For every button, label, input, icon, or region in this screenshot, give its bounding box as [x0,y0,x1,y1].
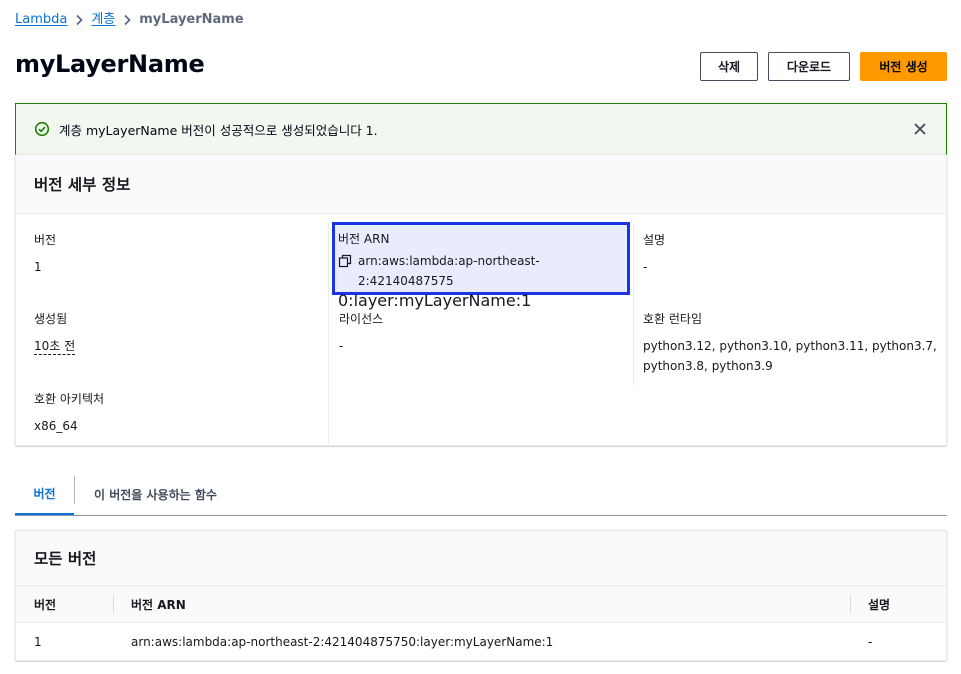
field-label: 호환 아키텍처 [34,392,105,406]
field-version-arn: 버전 ARN arn:aws:lambda:ap-northeast-2:421… [332,222,630,310]
cell-description: - [868,635,873,649]
cell-version: 1 [34,635,42,649]
tab-versions[interactable]: 버전 [15,474,74,515]
version-details-title: 버전 세부 정보 [16,155,946,214]
table-row: 1 arn:aws:lambda:ap-northeast-2:42140487… [16,623,946,661]
tab-divider [74,476,75,504]
column-divider [113,595,114,613]
field-value-cont: python3.8, python3.9 [643,359,773,373]
delete-button[interactable]: 삭제 [700,52,758,81]
field-value: - [643,260,648,274]
column-divider [633,222,634,386]
all-versions-panel: 모든 버전 버전 버전 ARN 설명 1 arn:aws:lambda:ap-n… [15,530,947,661]
field-value: python3.12, python3.10, python3.11, pyth… [643,339,937,353]
tabs: 버전 이 버전을 사용하는 함수 [15,474,947,516]
breadcrumb: Lambda 계층 myLayerName [15,11,244,29]
chevron-right-icon [67,14,91,26]
field-value: 1 [34,260,42,274]
field-value: - [339,339,344,353]
field-license: 라이선스 - [339,310,383,356]
success-flash: 계층 myLayerName 버전이 성공적으로 생성되었습니다 1. [15,103,947,155]
column-header-description[interactable]: 설명 [868,586,890,623]
flash-message: 계층 myLayerName 버전이 성공적으로 생성되었습니다 1. [59,122,378,138]
field-value: arn:aws:lambda:ap-northeast-2:4214048757… [358,254,540,288]
details-grid: 버전 1 버전 ARN arn:aws:lambda:ap-northeast-… [16,214,946,446]
column-divider [850,595,851,613]
field-label: 버전 ARN [338,232,390,246]
chevron-right-icon [115,14,139,26]
field-value: x86_64 [34,419,78,433]
close-icon[interactable] [912,121,928,137]
column-divider [328,222,329,446]
header-actions: 삭제 다운로드 버전 생성 [700,52,947,81]
field-label: 라이선스 [339,312,384,326]
field-description: 설명 - [643,231,665,277]
all-versions-title: 모든 버전 [16,531,946,586]
page-title: myLayerName [15,50,205,78]
breadcrumb-layers[interactable]: 계층 [91,11,115,29]
cell-arn: arn:aws:lambda:ap-northeast-2:4214048757… [131,635,554,649]
table-header: 버전 버전 ARN 설명 [16,586,946,623]
column-header-arn[interactable]: 버전 ARN [131,586,186,623]
download-button[interactable]: 다운로드 [768,52,850,81]
field-value-cont: 0:layer:myLayerName:1 [338,291,532,310]
field-architectures: 호환 아키텍처 x86_64 [34,390,104,436]
create-version-button[interactable]: 버전 생성 [860,52,947,81]
created-time[interactable]: 10초 전 [34,339,76,355]
check-circle-icon [34,121,50,137]
breadcrumb-current: myLayerName [139,12,244,27]
field-label: 버전 [34,233,57,247]
version-details-panel: 버전 세부 정보 버전 1 버전 ARN arn:aws:lambda:ap-n… [15,154,947,446]
field-label: 호환 런타임 [643,312,703,326]
breadcrumb-lambda[interactable]: Lambda [15,11,67,29]
tab-functions-using-version[interactable]: 이 버전을 사용하는 함수 [94,474,217,515]
field-version: 버전 1 [34,231,56,277]
copy-icon[interactable] [338,254,352,268]
field-label: 생성됨 [34,312,68,326]
column-header-version[interactable]: 버전 [34,586,56,623]
field-label: 설명 [643,233,666,247]
field-runtimes: 호환 런타임 python3.12, python3.10, python3.1… [643,310,937,376]
field-created: 생성됨 10초 전 [34,310,76,356]
